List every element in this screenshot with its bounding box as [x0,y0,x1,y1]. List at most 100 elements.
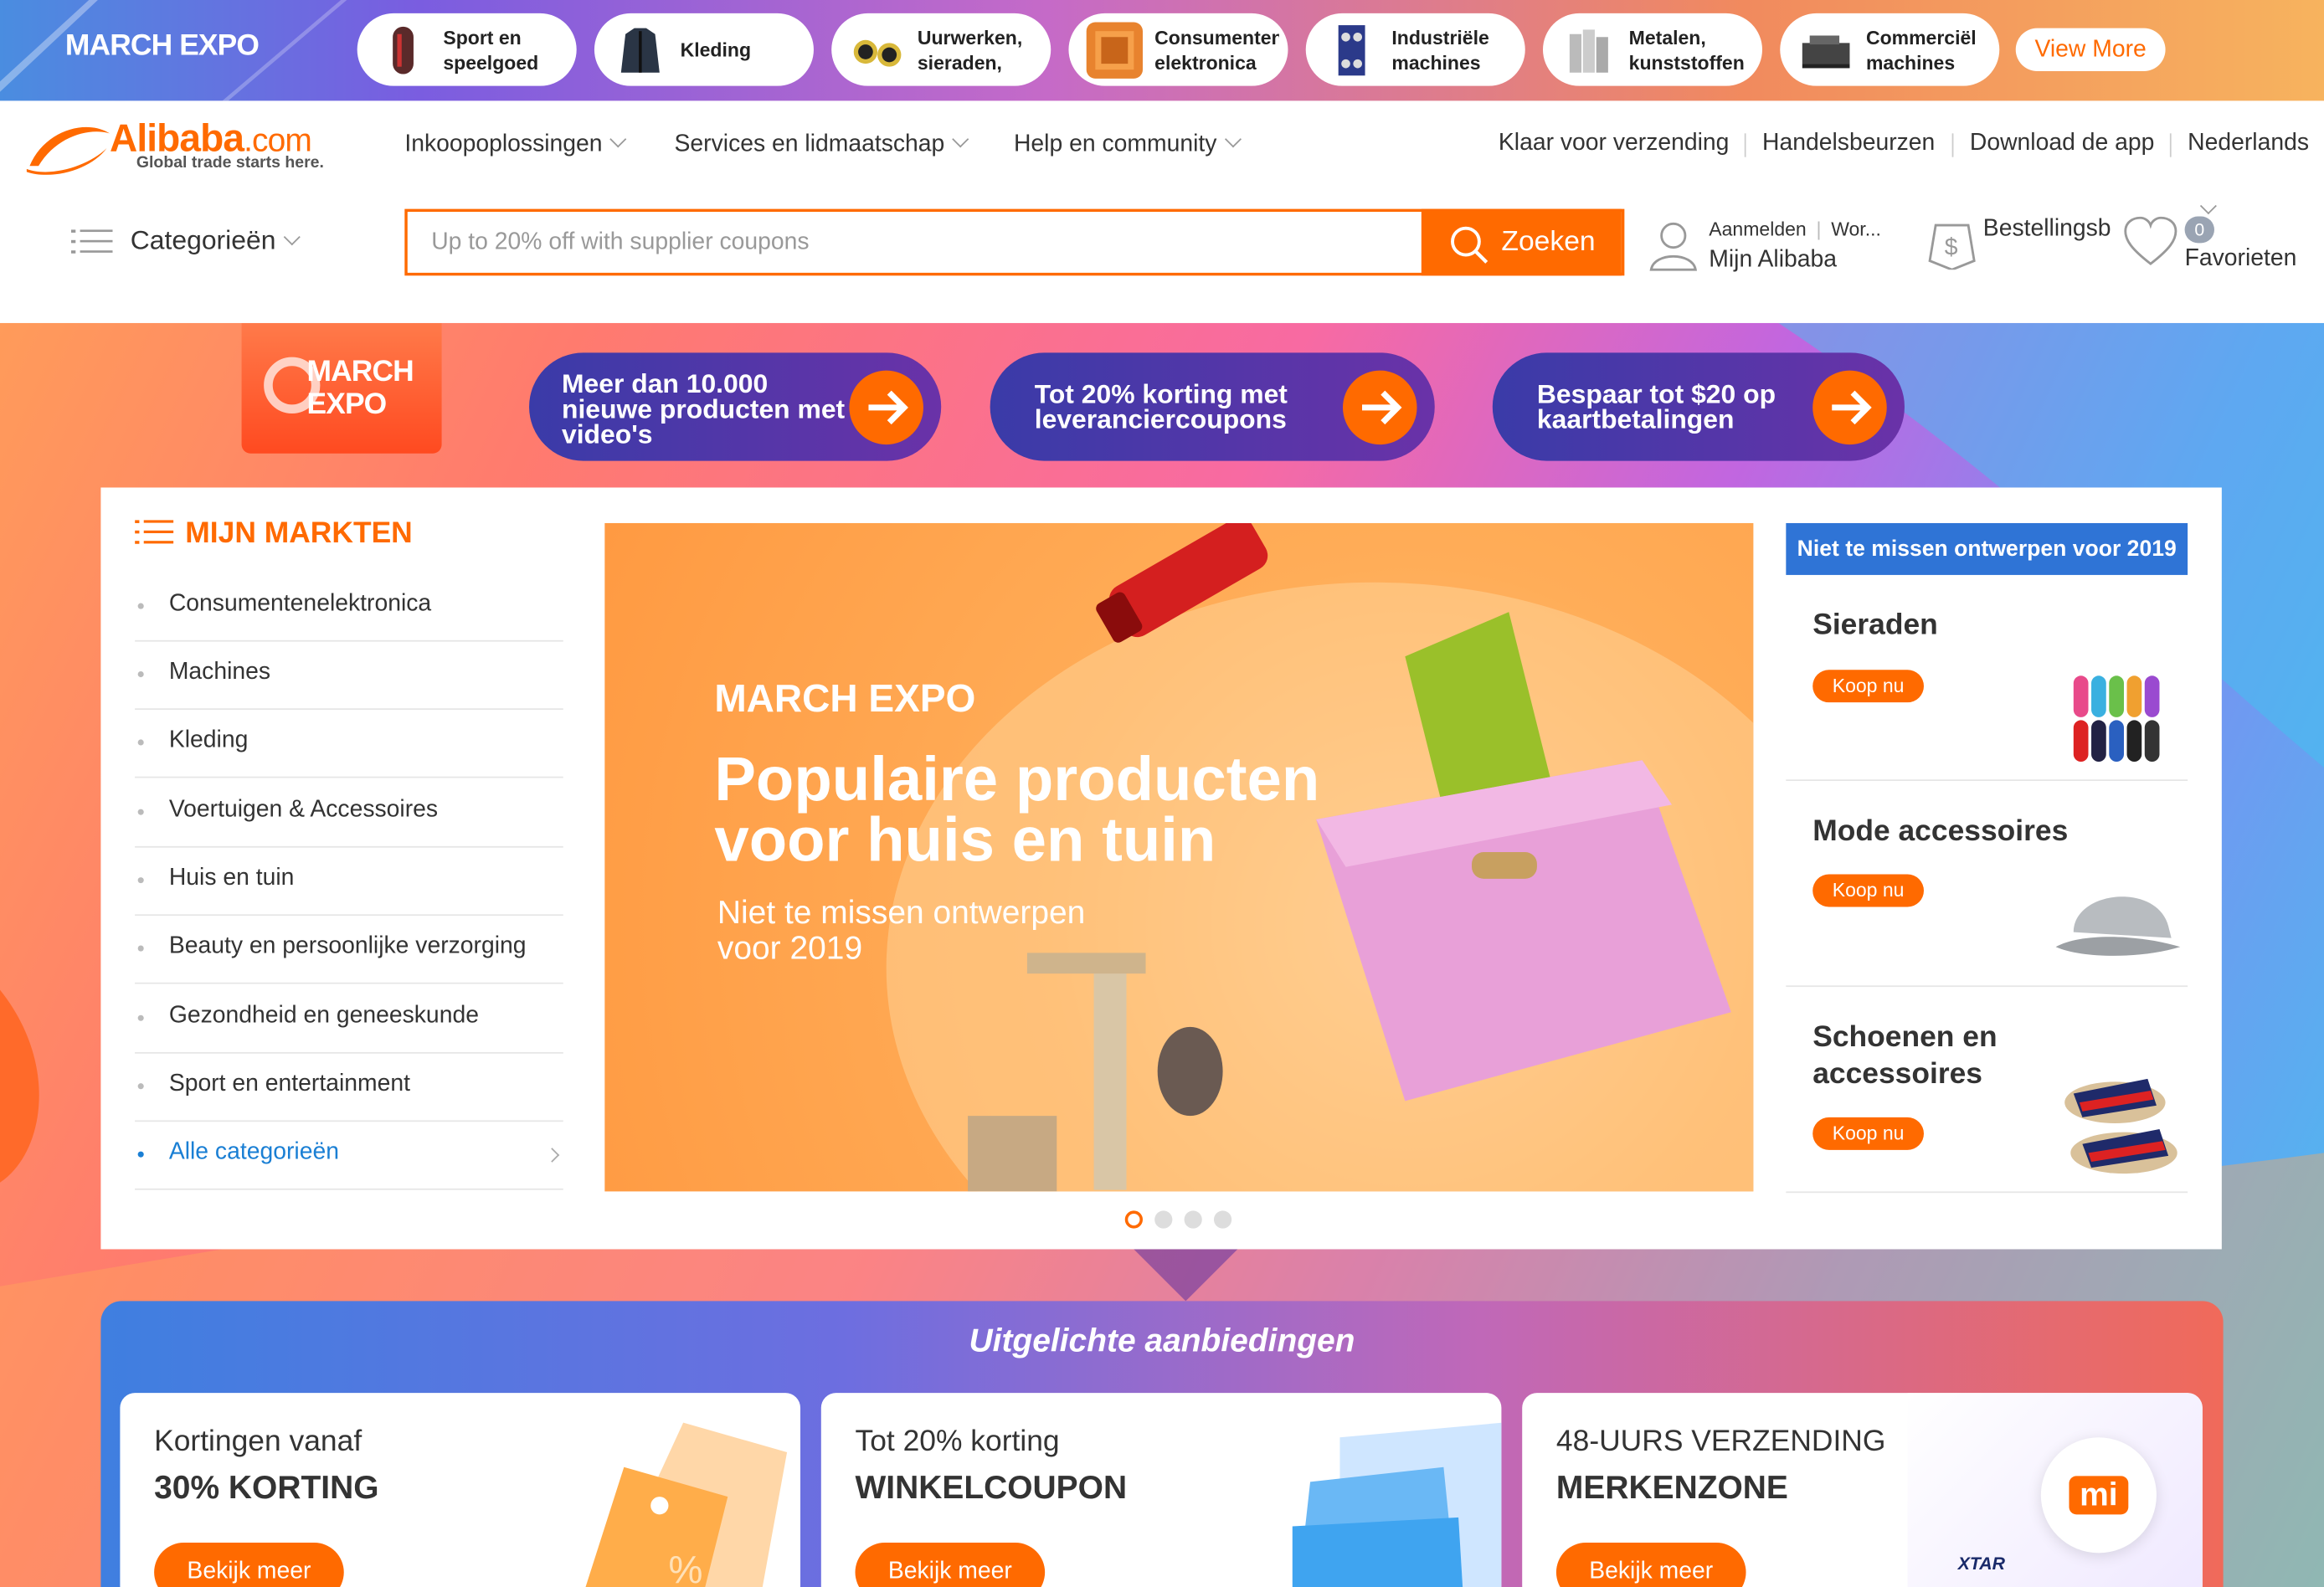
bullet-icon [137,739,144,746]
carousel-dot[interactable] [1213,1210,1232,1229]
banner-headline-2: voor huis en tuin [714,804,1216,875]
promo-category-metals[interactable]: Metalen, kunststoffen [1542,13,1763,86]
list-icon [135,520,174,544]
banner-headline-1: Populaire producten [714,743,1320,814]
nav-trade-shows[interactable]: Handelsbeurzen [1762,131,1935,157]
buy-now-button[interactable]: Koop nu [1812,1117,1924,1150]
language-label: Nederlands [2188,130,2309,156]
carousel-dot[interactable] [1184,1210,1202,1229]
buy-now-button[interactable]: Koop nu [1812,874,1924,907]
price-tag-icon: % [585,1422,788,1587]
nav-divider [2169,133,2172,157]
arrow-right-icon [849,370,923,445]
sunglasses-icon [849,23,905,79]
market-item-beauty[interactable]: Beauty en persoonlijke verzorging [135,914,563,984]
hero-promo-new-products[interactable]: Meer dan 10.000 nieuwe producten met vid… [529,352,942,461]
market-item-all-categories[interactable]: Alle categorieën [135,1120,563,1190]
slippers-icon [2064,1078,2177,1174]
promo-category-watches[interactable]: Uurwerken, sieraden, [831,13,1051,86]
promo-category-label: Consumenten elektronica [1154,26,1279,74]
promo-category-clothing[interactable]: Kleding [594,13,814,86]
alibaba-smile-icon [26,126,111,175]
nav-download-app[interactable]: Download de app [1970,131,2154,157]
view-more-button[interactable]: Bekijk meer [154,1542,344,1587]
electronics-box-icon [1086,22,1143,79]
search-button[interactable]: Zoeken [1421,208,1622,276]
hero-promo-coupons[interactable]: Tot 20% korting met leveranciercoupons [990,352,1435,461]
design-item-title: Mode accessoires [1812,814,2069,848]
machine-icon [1798,23,1854,79]
chevron-down-icon [1224,131,1242,148]
user-icon [1649,222,1698,271]
banner-subtitle-2: voor 2019 [717,929,863,967]
nav-ready-to-ship[interactable]: Klaar voor verzending [1499,131,1730,157]
promo-bar-title[interactable]: MARCH EXPO [65,29,260,64]
hero-banner-slide[interactable]: MARCH EXPO Populaire producten voor huis… [604,522,1754,1192]
favorites-count-badge: 0 [2184,216,2214,244]
deal-card-line2: 30% KORTING [154,1468,379,1506]
carousel-dot[interactable] [1154,1210,1173,1229]
promo-category-electronics[interactable]: Consumenten elektronica [1068,13,1288,86]
design-item-fashion-accessories[interactable]: Mode accessoires Koop nu [1786,781,2188,988]
market-item-label: Sport en entertainment [168,1071,410,1097]
march-expo-logo[interactable]: MARCH EXPO [241,322,442,454]
search-input[interactable] [407,212,1423,273]
orders-menu[interactable]: $ Bestellingsb [1924,213,2120,273]
language-selector[interactable]: Nederlands [2188,130,2324,215]
chevron-right-icon [544,1148,560,1163]
deal-card-line1: 48-UURS VERZENDING [1555,1425,1886,1459]
list-icon [70,229,113,254]
market-item-label: Huis en tuin [168,865,295,891]
nav-services-membership[interactable]: Services en lidmaatschap [675,131,969,159]
logo-tagline: Global trade starts here. [136,154,324,172]
search-icon [1451,226,1488,264]
chevron-down-icon [2199,198,2217,215]
heart-icon [2124,216,2177,265]
metal-sheets-icon [1560,23,1617,79]
snowboard-bag-icon [375,23,431,79]
promo-category-industrial[interactable]: Industriële machines [1305,13,1525,86]
account-menu[interactable]: Aanmelden | Wor... Mijn Alibaba [1648,216,1900,281]
promo-category-commercial[interactable]: Commerciël machines [1780,13,2000,86]
favorites-menu[interactable]: 0 Favorieten [2120,213,2312,281]
bullet-icon [137,603,144,609]
carousel-dot-active[interactable] [1124,1210,1143,1229]
deal-card-brand-zone[interactable]: mi XTAR 48-UURS VERZENDING MERKENZONE Be… [1522,1393,2203,1587]
hero-promo-card-payments[interactable]: Bespaar tot $20 op kaartbetalingen [1492,352,1905,461]
alibaba-logo[interactable]: Alibaba.com Global trade starts here. [23,116,349,181]
nav-sourcing-solutions[interactable]: Inkoopoplossingen [404,131,628,159]
orders-label: Bestellingsb [1982,216,2111,242]
my-markets-label: MIJN MARKTEN [185,516,413,550]
banner-subtitle-1: Niet te missen ontwerpen [717,893,1086,931]
view-more-button[interactable]: Bekijk meer [1555,1542,1746,1587]
deal-card-coupon[interactable]: coupon Tot 20% korting WINKELCOUPON Beki… [820,1393,1502,1587]
sign-in-link[interactable]: Aanmelden [1709,218,1806,240]
market-item-vehicles[interactable]: Voertuigen & Accessoires [135,778,563,848]
promo-bar: MARCH EXPO Sport en speelgoed Kleding Uu… [0,0,2324,101]
hero-promo-text: Bespaar tot $20 op kaartbetalingen [1536,379,1776,434]
cap-icon [2055,896,2181,956]
market-item-machines[interactable]: Machines [135,640,563,711]
promo-category-label: Sport en speelgoed [443,26,539,74]
my-markets-title: MIJN MARKTEN [135,517,413,552]
view-more-button[interactable]: View More [2015,28,2166,71]
market-item-clothing[interactable]: Kleding [135,708,563,778]
favorites-label: Favorieten [2184,245,2297,271]
join-link[interactable]: Wor... [1831,218,1881,240]
buy-now-button[interactable]: Koop nu [1812,670,1924,703]
market-item-electronics[interactable]: Consumentenelektronica [135,572,563,642]
nav-help-community[interactable]: Help en community [1014,131,1242,159]
hero-promo-text: Tot 20% korting met leveranciercoupons [1034,379,1288,434]
design-item-jewelry[interactable]: Sieraden Koop nu [1786,575,2188,782]
deal-card-discounts[interactable]: % Kortingen vanaf 30% KORTING Bekijk mee… [120,1393,801,1587]
view-more-button[interactable]: Bekijk meer [855,1542,1046,1587]
market-item-sports[interactable]: Sport en entertainment [135,1052,563,1122]
categories-menu[interactable]: Categorieën [70,225,301,257]
market-item-health[interactable]: Gezondheid en geneeskunde [135,984,563,1054]
design-item-shoes[interactable]: Schoenen en accessoires Koop nu [1786,987,2188,1194]
market-item-label: Gezondheid en geneeskunde [168,1003,479,1029]
promo-category-sport[interactable]: Sport en speelgoed [357,13,577,86]
market-item-label: Voertuigen & Accessoires [168,797,439,823]
order-tag-icon: $ [1928,223,1976,270]
market-item-home-garden[interactable]: Huis en tuin [135,846,563,917]
